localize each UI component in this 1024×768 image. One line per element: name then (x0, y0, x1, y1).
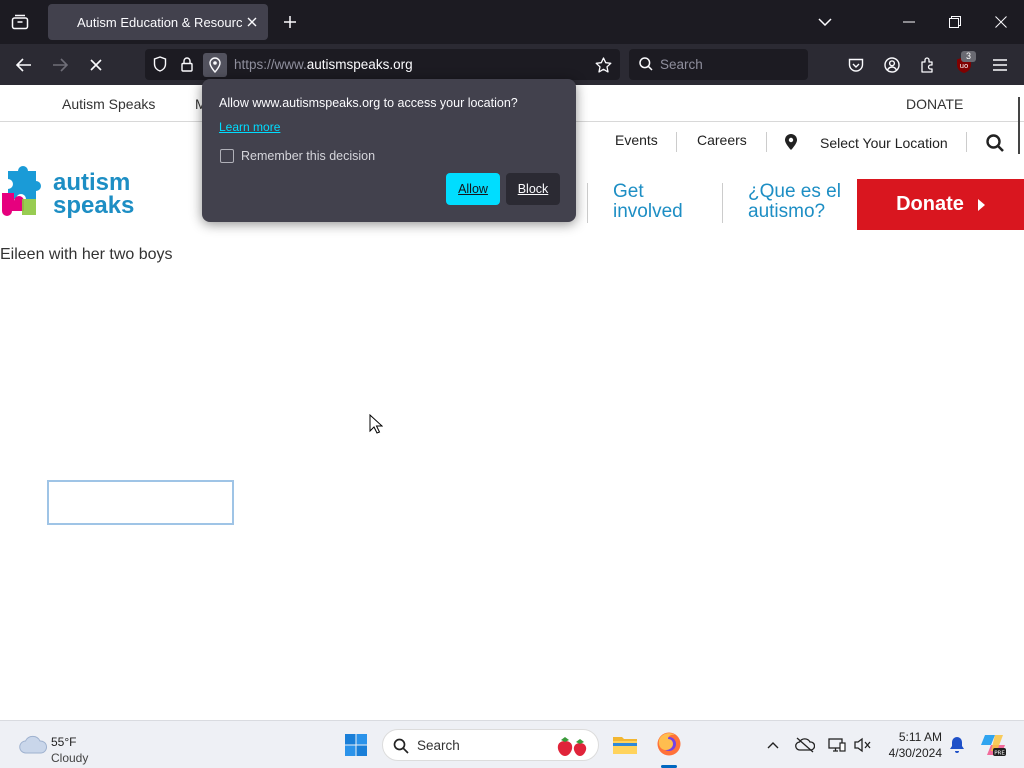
address-bar[interactable]: https://www.autismspeaks.org (145, 49, 620, 80)
subnav-events[interactable]: Events (615, 132, 658, 148)
empty-input-box[interactable] (47, 480, 234, 525)
subnav-divider (676, 132, 677, 152)
search-placeholder: Search (660, 57, 703, 72)
select-location-link[interactable]: Select Your Location (820, 135, 948, 151)
page-scrollbar[interactable] (1018, 97, 1020, 154)
copilot-icon[interactable]: PRE (978, 730, 1008, 760)
extension-badge: 3 (961, 51, 976, 62)
firefox-taskbar-icon[interactable] (655, 730, 683, 758)
location-permission-popup: Allow www.autismspeaks.org to access you… (202, 79, 576, 222)
clock-time: 5:11 AM (898, 730, 942, 744)
nav-get-involved[interactable]: Get involved (613, 182, 683, 222)
active-tab[interactable]: Autism Education & Resources (48, 4, 268, 40)
url-text[interactable]: https://www.autismspeaks.org (234, 57, 413, 72)
pocket-icon[interactable] (845, 54, 867, 76)
learn-more-link[interactable]: Learn more (219, 120, 280, 134)
mainnav-divider (587, 183, 588, 223)
list-all-tabs-icon[interactable] (815, 12, 835, 32)
mouse-cursor (369, 414, 383, 434)
weather-desc: Cloudy (51, 751, 89, 765)
close-tab-icon[interactable] (243, 13, 261, 31)
nav-get-involved-line1: Get (613, 181, 644, 202)
search-icon (638, 56, 654, 72)
search-bar[interactable]: Search (629, 49, 808, 80)
new-tab-icon[interactable] (280, 12, 300, 32)
lock-icon[interactable] (178, 55, 196, 73)
taskbar-clock[interactable]: 5:11 AM 4/30/2024 (880, 729, 942, 761)
remember-decision-checkbox[interactable] (220, 149, 234, 163)
forward-arrow-icon[interactable] (49, 54, 71, 76)
clock-date: 4/30/2024 (888, 746, 942, 760)
nav-get-involved-line2: involved (613, 201, 683, 222)
minimize-icon[interactable] (899, 12, 919, 32)
tab-bar: Autism Education & Resources (0, 0, 1024, 44)
map-pin-icon (783, 132, 799, 152)
taskbar-search-icon (392, 737, 410, 755)
nav-que-line1: ¿Que es el (748, 181, 841, 202)
windows-start-icon[interactable] (342, 732, 370, 758)
weather-widget[interactable]: 55°F Cloudy (14, 727, 154, 765)
nav-que-line2: autismo? (748, 201, 826, 222)
nav-que-es-el-autismo[interactable]: ¿Que es el autismo? (748, 182, 841, 222)
donate-button[interactable]: Donate (857, 179, 1024, 230)
onedrive-offline-icon[interactable] (794, 735, 816, 755)
back-arrow-icon[interactable] (13, 54, 35, 76)
strawberry-search-highlight-icon (555, 734, 591, 758)
logo-text-speaks: speaks (53, 192, 135, 219)
notification-bell-icon[interactable] (947, 734, 967, 756)
restore-icon[interactable] (945, 12, 965, 32)
remember-decision-label[interactable]: Remember this decision (241, 149, 375, 163)
topnav-autism-speaks[interactable]: Autism Speaks (62, 96, 155, 112)
tab-title: Autism Education & Resources (77, 15, 242, 30)
tab-overview-icon[interactable] (8, 11, 32, 33)
bookmark-star-icon[interactable] (593, 55, 613, 75)
subnav-careers[interactable]: Careers (697, 132, 747, 148)
volume-muted-icon[interactable] (852, 735, 874, 755)
svg-text:uo: uo (960, 62, 969, 70)
stop-loading-icon[interactable] (85, 54, 107, 76)
autism-speaks-logo[interactable]: autism speaks (0, 165, 150, 223)
subnav-divider (766, 132, 767, 152)
topnav-donate[interactable]: DONATE (906, 96, 963, 112)
subnav-divider (966, 132, 967, 152)
close-window-icon[interactable] (991, 12, 1011, 32)
windows-taskbar: 55°F Cloudy Search 5:11 AM 4/30/2024 PRE (0, 720, 1024, 768)
cloud-icon (19, 735, 47, 754)
shield-icon[interactable] (151, 55, 169, 73)
site-search-icon[interactable] (984, 132, 1006, 154)
account-icon[interactable] (881, 54, 903, 76)
file-explorer-icon[interactable] (611, 731, 639, 759)
popup-title: Allow www.autismspeaks.org to access you… (219, 96, 518, 110)
menu-hamburger-icon[interactable] (989, 54, 1011, 76)
location-permission-icon[interactable] (203, 53, 227, 77)
caret-right-icon (977, 198, 985, 211)
show-hidden-icons-chevron-icon[interactable] (764, 736, 782, 754)
mainnav-divider (722, 183, 723, 223)
taskbar-search-label: Search (417, 738, 460, 753)
donate-button-label: Donate (896, 193, 964, 215)
image-caption: Eileen with her two boys (0, 246, 173, 263)
taskbar-search[interactable]: Search (382, 729, 599, 761)
extensions-icon[interactable] (917, 54, 939, 76)
allow-button[interactable]: Allow (446, 173, 500, 205)
weather-temp: 55°F (51, 735, 77, 749)
svg-text:PRE: PRE (994, 751, 1005, 757)
puzzle-piece-logo-icon (2, 166, 41, 216)
block-button[interactable]: Block (506, 173, 560, 205)
network-display-icon[interactable] (826, 735, 848, 755)
